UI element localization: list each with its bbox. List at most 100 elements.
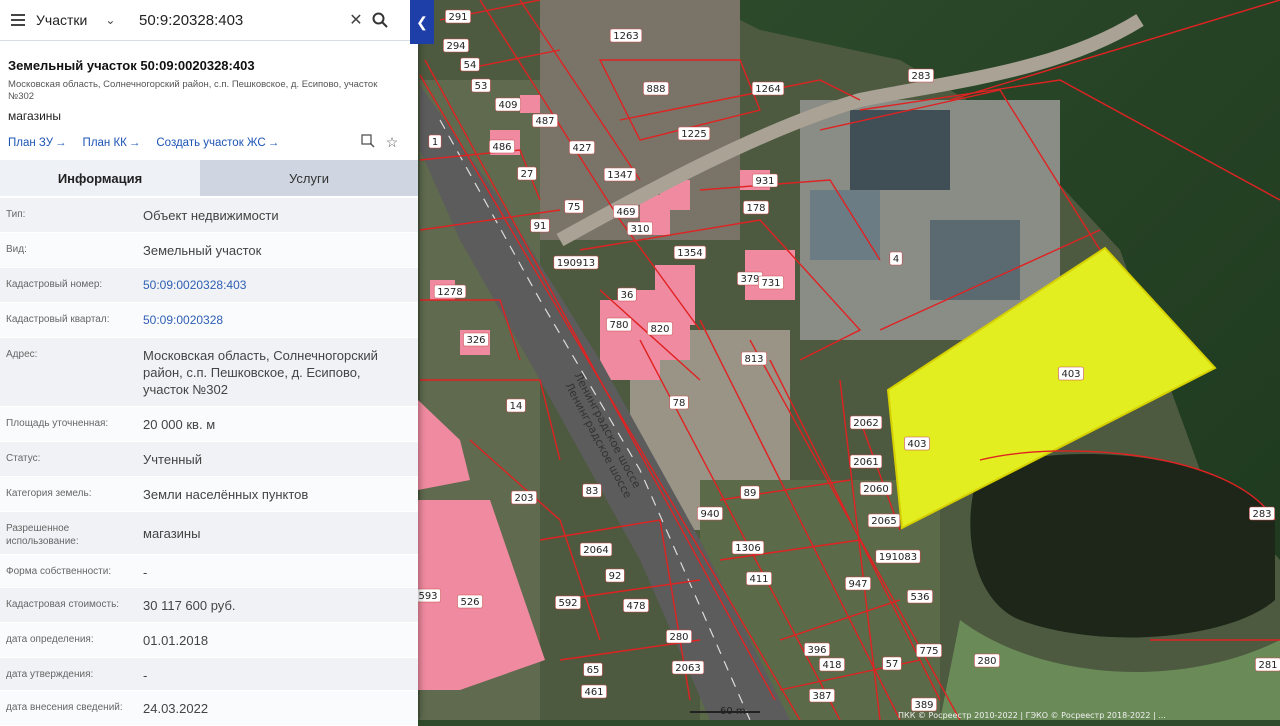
plot-label-54: 54 bbox=[460, 57, 480, 72]
info-row-area: Площадь уточненная: 20 000 кв. м bbox=[0, 407, 418, 442]
svg-text:780: 780 bbox=[609, 320, 628, 331]
svg-text:53: 53 bbox=[475, 81, 488, 92]
plot-label-294: 294 bbox=[443, 38, 469, 53]
plot-label-820: 820 bbox=[647, 321, 673, 336]
plot-label-418: 418 bbox=[819, 657, 845, 672]
plot-label-427: 427 bbox=[569, 140, 595, 155]
plot-label-75: 75 bbox=[564, 199, 584, 214]
svg-text:2060: 2060 bbox=[863, 484, 888, 495]
plot-label-487: 487 bbox=[532, 113, 558, 128]
panel-tabs: Информация Услуги bbox=[0, 160, 418, 196]
svg-text:2065: 2065 bbox=[871, 516, 896, 527]
svg-text:283: 283 bbox=[1252, 509, 1271, 520]
svg-text:403: 403 bbox=[1061, 369, 1080, 380]
svg-text:280: 280 bbox=[977, 656, 996, 667]
svg-text:389: 389 bbox=[914, 700, 933, 711]
svg-text:4: 4 bbox=[893, 254, 899, 265]
menu-icon[interactable] bbox=[0, 0, 36, 40]
svg-text:294: 294 bbox=[446, 41, 465, 52]
cadastral-number-link[interactable]: 50:09:0020328:403 bbox=[143, 277, 408, 294]
svg-text:461: 461 bbox=[584, 687, 603, 698]
svg-text:310: 310 bbox=[630, 224, 649, 235]
plot-label-178: 178 bbox=[743, 200, 769, 215]
plot-label-403: 403 bbox=[1058, 366, 1084, 381]
plot-label-283: 283 bbox=[908, 68, 934, 83]
svg-text:2061: 2061 bbox=[853, 457, 878, 468]
plot-label-2063: 2063 bbox=[671, 660, 705, 675]
svg-text:14: 14 bbox=[510, 401, 523, 412]
plot-label-2065: 2065 bbox=[867, 513, 901, 528]
svg-text:2064: 2064 bbox=[583, 545, 608, 556]
plot-label-53: 53 bbox=[471, 78, 491, 93]
plot-label-486: 486 bbox=[489, 139, 515, 154]
svg-text:1278: 1278 bbox=[437, 287, 462, 298]
plot-label-2062: 2062 bbox=[849, 415, 883, 430]
svg-text:487: 487 bbox=[535, 116, 554, 127]
plot-label-291: 291 bbox=[445, 9, 471, 24]
plot-label-461: 461 bbox=[581, 684, 607, 699]
object-use: магазины bbox=[8, 109, 62, 123]
info-row-status: Статус: Учтенный bbox=[0, 442, 418, 477]
plot-label-4: 4 bbox=[889, 251, 903, 266]
plot-label-310: 310 bbox=[627, 221, 653, 236]
plot-label-1225: 1225 bbox=[677, 126, 711, 141]
search-input[interactable] bbox=[131, 5, 344, 35]
svg-text:57: 57 bbox=[886, 659, 899, 670]
svg-text:2063: 2063 bbox=[675, 663, 700, 674]
tab-information[interactable]: Информация bbox=[0, 160, 200, 196]
svg-text:592: 592 bbox=[558, 598, 577, 609]
svg-text:281: 281 bbox=[1258, 660, 1277, 671]
svg-text:178: 178 bbox=[746, 203, 765, 214]
svg-text:190913: 190913 bbox=[557, 258, 595, 269]
plot-label-1354: 1354 bbox=[673, 245, 707, 260]
svg-text:75: 75 bbox=[568, 202, 581, 213]
clear-icon[interactable]: ✕ bbox=[344, 5, 368, 35]
plot-label-931: 931 bbox=[752, 173, 778, 188]
search-icon[interactable] bbox=[368, 5, 392, 35]
plot-label-940: 940 bbox=[697, 506, 723, 521]
info-row-cadastral-number: Кадастровый номер: 50:09:0020328:403 bbox=[0, 268, 418, 303]
svg-text:283: 283 bbox=[911, 71, 930, 82]
tab-services[interactable]: Услуги bbox=[200, 160, 418, 196]
info-row-address: Адрес: Московская область, Солнечногорск… bbox=[0, 338, 418, 407]
svg-text:78: 78 bbox=[673, 398, 686, 409]
search-bar: Участки ⌄ ✕ bbox=[0, 0, 410, 41]
create-plot-link[interactable]: Создать участок ЖС → bbox=[156, 137, 279, 149]
plot-label-91: 91 bbox=[530, 218, 550, 233]
plot-label-536: 536 bbox=[907, 589, 933, 604]
plot-label-281: 281 bbox=[1255, 657, 1280, 672]
plan-zu-link[interactable]: План ЗУ → bbox=[8, 137, 67, 149]
plot-label-947: 947 bbox=[845, 576, 871, 591]
svg-text:54: 54 bbox=[464, 60, 477, 71]
svg-text:91: 91 bbox=[534, 221, 547, 232]
arrow-right-icon: → bbox=[55, 137, 67, 149]
plot-label-191083: 191083 bbox=[875, 549, 921, 564]
svg-text:947: 947 bbox=[848, 579, 867, 590]
svg-text:1306: 1306 bbox=[735, 543, 760, 554]
chevron-left-icon: ❮ bbox=[416, 13, 428, 30]
svg-text:1347: 1347 bbox=[607, 170, 632, 181]
star-icon[interactable]: ☆ bbox=[382, 134, 402, 152]
svg-text:411: 411 bbox=[749, 574, 768, 585]
plot-label-203: 203 bbox=[511, 490, 537, 505]
svg-text:92: 92 bbox=[609, 571, 622, 582]
svg-text:536: 536 bbox=[910, 592, 929, 603]
svg-text:65: 65 bbox=[587, 665, 600, 676]
svg-text:775: 775 bbox=[919, 646, 938, 657]
info-row-approval-date: дата утверждения: - bbox=[0, 658, 418, 691]
svg-text:526: 526 bbox=[460, 597, 479, 608]
info-row-cadastral-quarter: Кадастровый квартал: 50:09:0020328 bbox=[0, 303, 418, 338]
plot-label-526: 526 bbox=[457, 594, 483, 609]
plot-label-469: 469 bbox=[613, 204, 639, 219]
cadastral-quarter-link[interactable]: 50:09:0020328 bbox=[143, 312, 408, 329]
layer-select[interactable]: Участки ⌄ bbox=[36, 0, 131, 40]
plot-label-1264: 1264 bbox=[751, 81, 785, 96]
svg-text:931: 931 bbox=[755, 176, 774, 187]
collapse-panel-button[interactable]: ❮ bbox=[410, 0, 434, 44]
zoom-to-icon[interactable] bbox=[358, 134, 378, 152]
svg-text:940: 940 bbox=[700, 509, 719, 520]
plan-kk-link[interactable]: План КК → bbox=[83, 137, 141, 149]
svg-text:888: 888 bbox=[646, 84, 665, 95]
plot-label-36: 36 bbox=[617, 287, 637, 302]
plot-label-593: 593 bbox=[415, 588, 441, 603]
